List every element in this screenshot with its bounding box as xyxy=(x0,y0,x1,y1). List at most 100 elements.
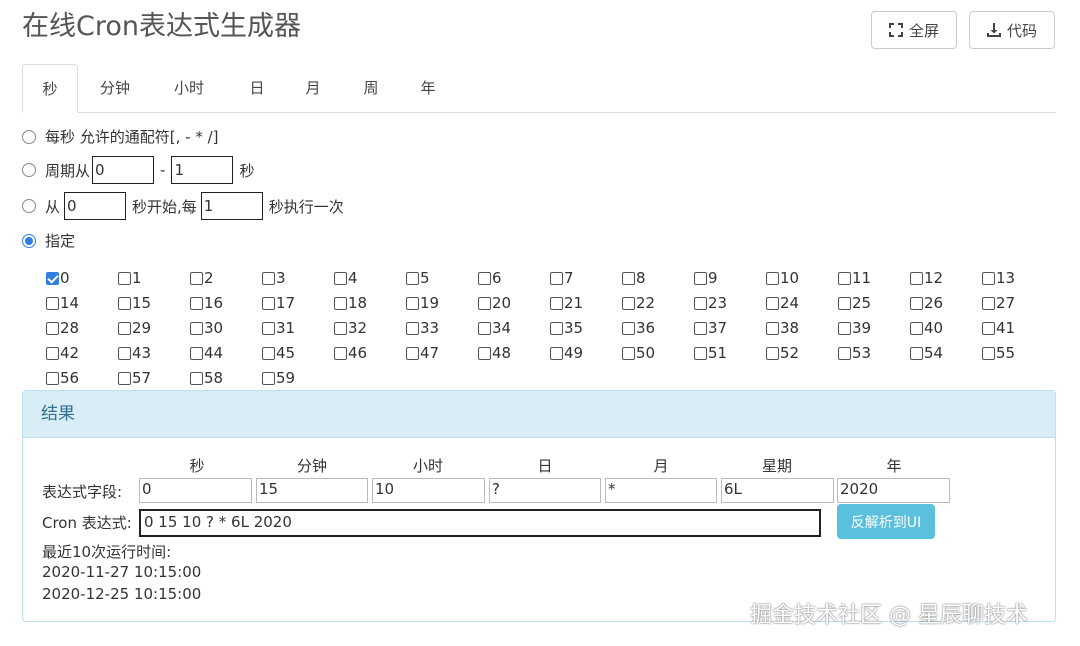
second-checkbox-item[interactable]: 17 xyxy=(262,291,295,315)
second-checkbox[interactable] xyxy=(622,346,635,360)
second-checkbox-item[interactable]: 38 xyxy=(766,316,799,340)
second-checkbox-item[interactable]: 40 xyxy=(910,316,943,340)
second-checkbox[interactable] xyxy=(838,346,851,360)
second-checkbox-item[interactable]: 59 xyxy=(262,366,295,390)
second-checkbox[interactable] xyxy=(406,296,419,310)
second-checkbox-item[interactable]: 3 xyxy=(262,266,286,290)
second-checkbox[interactable] xyxy=(118,346,131,360)
second-checkbox-item[interactable]: 32 xyxy=(334,316,367,340)
cron-expression-input[interactable]: 0 15 10 ? * 6L 2020 xyxy=(139,509,821,537)
tab-month[interactable]: 月 xyxy=(288,64,338,112)
second-checkbox-item[interactable]: 34 xyxy=(478,316,511,340)
field-week[interactable]: 6L xyxy=(721,478,834,503)
second-checkbox[interactable] xyxy=(190,371,203,385)
second-checkbox-item[interactable]: 4 xyxy=(334,266,358,290)
second-checkbox[interactable] xyxy=(190,296,203,310)
second-checkbox-item[interactable]: 15 xyxy=(118,291,151,315)
field-hour[interactable]: 10 xyxy=(372,478,485,503)
second-checkbox[interactable] xyxy=(550,296,563,310)
second-checkbox[interactable] xyxy=(478,346,491,360)
field-second[interactable]: 0 xyxy=(139,478,252,503)
second-checkbox-item[interactable]: 37 xyxy=(694,316,727,340)
second-checkbox[interactable] xyxy=(622,321,635,335)
second-checkbox[interactable] xyxy=(694,346,707,360)
second-checkbox[interactable] xyxy=(478,296,491,310)
second-checkbox[interactable] xyxy=(694,296,707,310)
second-checkbox[interactable] xyxy=(334,346,347,360)
second-checkbox-item[interactable]: 2 xyxy=(190,266,214,290)
second-checkbox[interactable] xyxy=(46,346,59,360)
second-checkbox-item[interactable]: 7 xyxy=(550,266,574,290)
second-checkbox-item[interactable]: 36 xyxy=(622,316,655,340)
second-checkbox-item[interactable]: 14 xyxy=(46,291,79,315)
second-checkbox[interactable] xyxy=(334,321,347,335)
second-checkbox[interactable] xyxy=(910,271,923,285)
every-value-input[interactable] xyxy=(200,192,263,220)
second-checkbox[interactable] xyxy=(190,271,203,285)
tab-minute[interactable]: 分钟 xyxy=(85,64,145,112)
cycle-radio[interactable] xyxy=(22,163,36,177)
field-minute[interactable]: 15 xyxy=(256,478,368,503)
start-value-input[interactable] xyxy=(64,192,127,220)
second-checkbox-item[interactable]: 52 xyxy=(766,341,799,365)
second-checkbox-item[interactable]: 21 xyxy=(550,291,583,315)
second-checkbox-item[interactable]: 18 xyxy=(334,291,367,315)
code-button[interactable]: 代码 xyxy=(969,11,1055,49)
second-checkbox-item[interactable]: 27 xyxy=(982,291,1015,315)
second-checkbox[interactable] xyxy=(190,321,203,335)
second-checkbox-item[interactable]: 29 xyxy=(118,316,151,340)
second-checkbox-item[interactable]: 56 xyxy=(46,366,79,390)
second-checkbox-item[interactable]: 23 xyxy=(694,291,727,315)
second-checkbox-item[interactable]: 41 xyxy=(982,316,1015,340)
second-checkbox[interactable] xyxy=(766,271,779,285)
second-checkbox[interactable] xyxy=(550,346,563,360)
second-checkbox[interactable] xyxy=(550,321,563,335)
second-checkbox-item[interactable]: 49 xyxy=(550,341,583,365)
second-checkbox[interactable] xyxy=(262,296,275,310)
second-checkbox[interactable] xyxy=(118,271,131,285)
second-checkbox[interactable] xyxy=(118,296,131,310)
second-checkbox[interactable] xyxy=(46,296,59,310)
second-checkbox[interactable] xyxy=(478,321,491,335)
second-checkbox-item[interactable]: 50 xyxy=(622,341,655,365)
second-checkbox-item[interactable]: 9 xyxy=(694,266,718,290)
second-checkbox[interactable] xyxy=(262,321,275,335)
second-checkbox-item[interactable]: 24 xyxy=(766,291,799,315)
second-checkbox-item[interactable]: 13 xyxy=(982,266,1015,290)
second-checkbox-item[interactable]: 45 xyxy=(262,341,295,365)
second-checkbox-item[interactable]: 44 xyxy=(190,341,223,365)
second-checkbox[interactable] xyxy=(550,271,563,285)
second-checkbox[interactable] xyxy=(766,321,779,335)
second-checkbox-item[interactable]: 31 xyxy=(262,316,295,340)
second-checkbox[interactable] xyxy=(406,271,419,285)
second-checkbox[interactable] xyxy=(334,271,347,285)
second-checkbox-item[interactable]: 51 xyxy=(694,341,727,365)
second-checkbox[interactable] xyxy=(46,321,59,335)
second-checkbox-item[interactable]: 25 xyxy=(838,291,871,315)
second-checkbox[interactable] xyxy=(982,271,995,285)
second-checkbox-item[interactable]: 30 xyxy=(190,316,223,340)
second-checkbox[interactable] xyxy=(334,296,347,310)
second-checkbox[interactable] xyxy=(766,346,779,360)
field-month[interactable]: * xyxy=(605,478,717,503)
field-day[interactable]: ? xyxy=(489,478,601,503)
second-checkbox-item[interactable]: 0 xyxy=(46,266,70,290)
every-radio[interactable] xyxy=(22,129,36,144)
second-checkbox[interactable] xyxy=(838,321,851,335)
second-checkbox[interactable] xyxy=(46,371,59,385)
second-checkbox[interactable] xyxy=(694,321,707,335)
second-checkbox[interactable] xyxy=(694,271,707,285)
second-checkbox-item[interactable]: 43 xyxy=(118,341,151,365)
second-checkbox-item[interactable]: 22 xyxy=(622,291,655,315)
second-checkbox-item[interactable]: 1 xyxy=(118,266,142,290)
second-checkbox-item[interactable]: 5 xyxy=(406,266,430,290)
second-checkbox-item[interactable]: 12 xyxy=(910,266,943,290)
second-checkbox-item[interactable]: 53 xyxy=(838,341,871,365)
second-checkbox[interactable] xyxy=(838,296,851,310)
tab-year[interactable]: 年 xyxy=(403,64,453,112)
second-checkbox[interactable] xyxy=(982,346,995,360)
second-checkbox-item[interactable]: 8 xyxy=(622,266,646,290)
fullscreen-button[interactable]: 全屏 xyxy=(871,11,957,49)
second-checkbox[interactable] xyxy=(910,321,923,335)
second-checkbox-item[interactable]: 19 xyxy=(406,291,439,315)
